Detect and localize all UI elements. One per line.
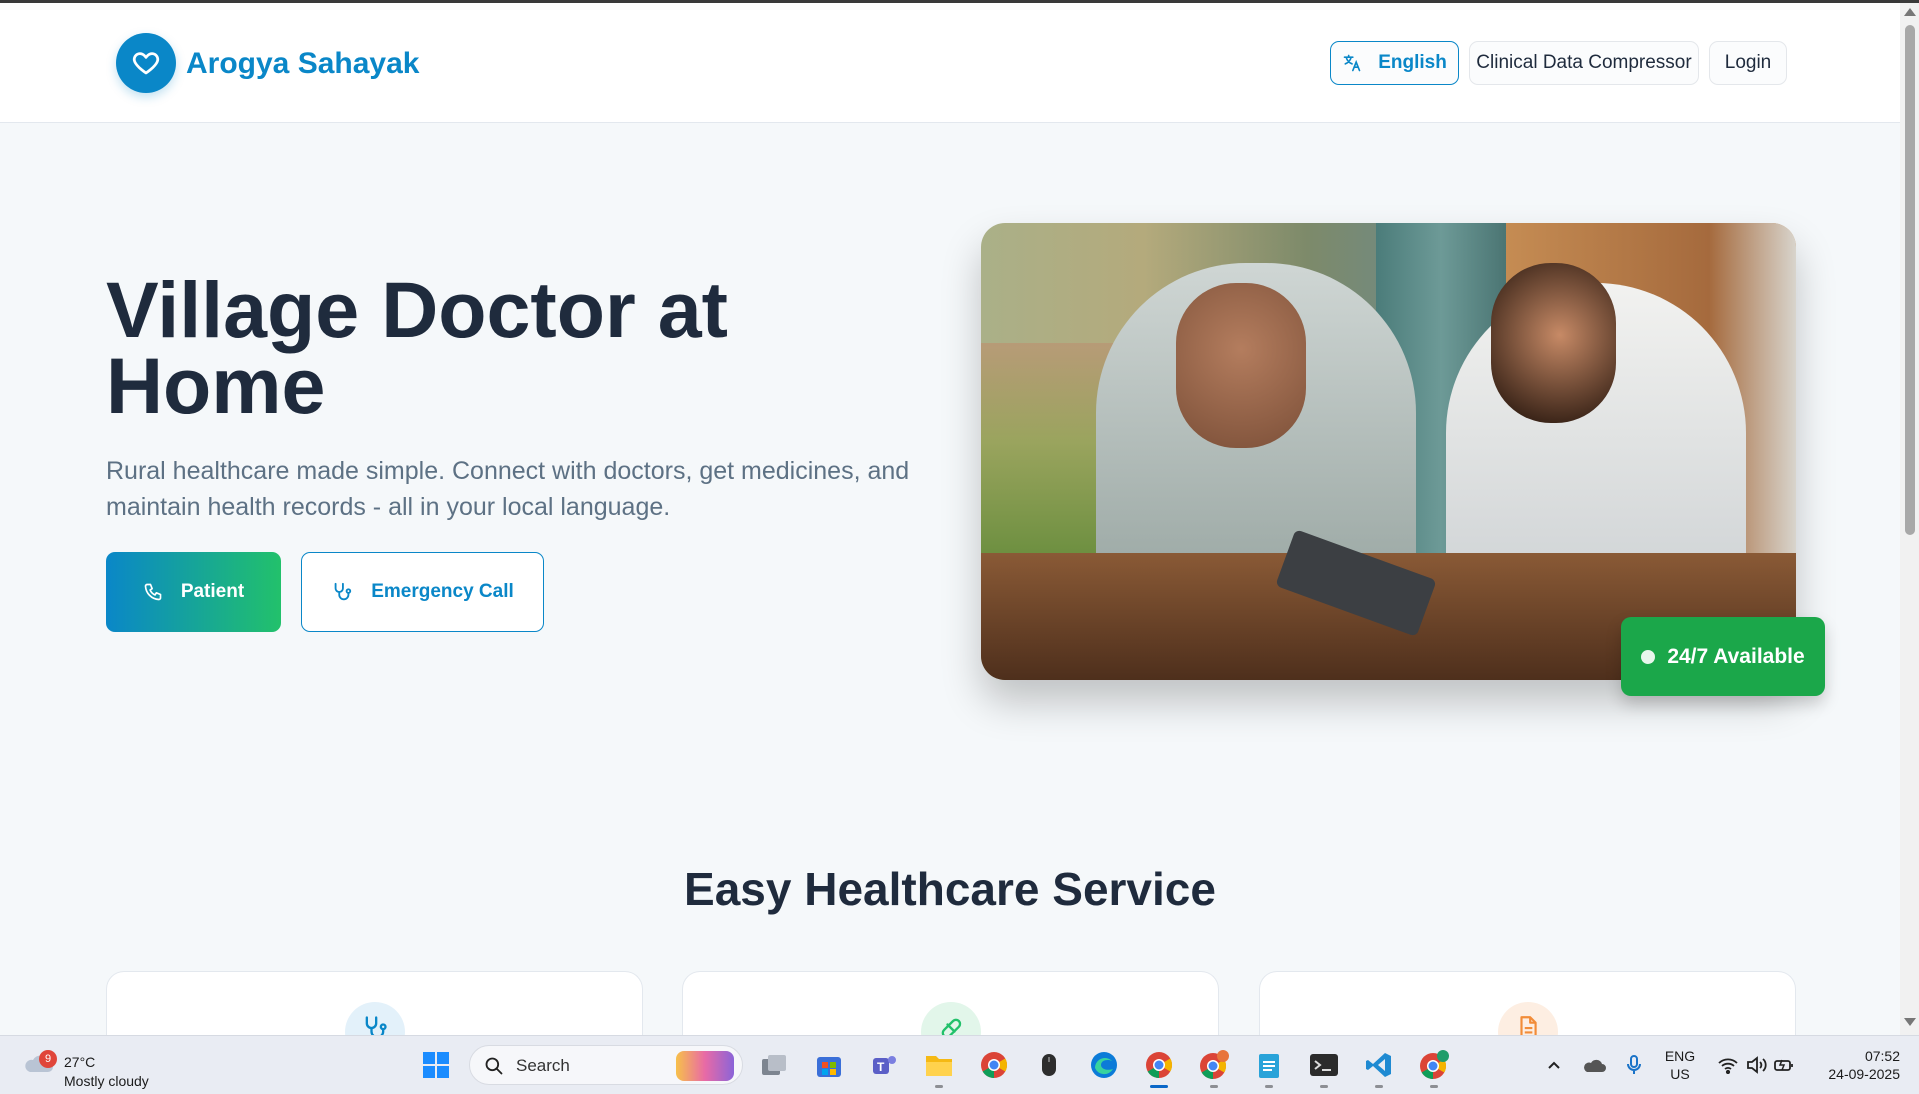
edge-icon[interactable]	[1088, 1049, 1120, 1081]
clock-date: 24-09-2025	[1828, 1066, 1900, 1082]
logo[interactable]	[116, 33, 176, 93]
running-indicator	[1265, 1085, 1273, 1088]
heart-icon	[132, 52, 160, 75]
chrome-profile-icon[interactable]	[1198, 1049, 1230, 1081]
mouse-app-icon[interactable]	[1033, 1049, 1065, 1081]
teams-icon[interactable]: T	[868, 1049, 900, 1081]
emergency-call-button[interactable]: Emergency Call	[301, 552, 544, 632]
site-header: Arogya Sahayak English Clinical Data Com…	[0, 3, 1900, 123]
clock-time: 07:52	[1864, 1048, 1900, 1064]
chevron-up-icon[interactable]	[1538, 1049, 1570, 1081]
onedrive-icon[interactable]	[1578, 1049, 1610, 1081]
microphone-icon[interactable]	[1618, 1049, 1650, 1081]
battery-icon[interactable]	[1768, 1049, 1800, 1081]
active-app-indicator	[1150, 1085, 1168, 1088]
scroll-up-arrow[interactable]	[1904, 8, 1916, 16]
language-button[interactable]: English	[1330, 41, 1459, 85]
phone-icon	[144, 583, 162, 601]
stethoscope-icon	[334, 582, 352, 601]
weather-temperature: 27°C	[64, 1054, 96, 1070]
hero-subtitle: Rural healthcare made simple. Connect wi…	[106, 457, 910, 521]
hero-image-doctor-patient	[981, 223, 1796, 680]
hero-title: Village Doctor at Home	[106, 265, 728, 430]
weather-alert-badge: 9	[39, 1050, 57, 1068]
search-highlight-art	[676, 1051, 734, 1081]
chrome-active-icon[interactable]	[1143, 1049, 1175, 1081]
weather-widget[interactable]: 9 27°C Mostly cloudy	[22, 1044, 172, 1089]
emergency-call-label: Emergency Call	[371, 581, 514, 602]
language-label: English	[1378, 52, 1447, 73]
vscode-icon[interactable]	[1363, 1049, 1395, 1081]
services-title: Easy Healthcare Service	[684, 863, 1216, 915]
clinical-data-compressor-button[interactable]: Clinical Data Compressor	[1469, 41, 1699, 85]
microsoft-store-icon[interactable]	[813, 1049, 845, 1081]
language-line1: ENG	[1664, 1048, 1696, 1064]
translate-icon	[1343, 54, 1361, 72]
availability-badge: 24/7 Available	[1621, 617, 1825, 696]
patient-button[interactable]: Patient	[106, 552, 281, 632]
search-placeholder: Search	[516, 1056, 570, 1075]
running-indicator	[1375, 1085, 1383, 1088]
chrome-profile-2-icon[interactable]	[1418, 1049, 1450, 1081]
status-dot-icon	[1641, 649, 1656, 664]
task-view-icon[interactable]	[758, 1049, 790, 1081]
file-explorer-icon[interactable]	[923, 1049, 955, 1081]
taskbar-search[interactable]: Search	[469, 1045, 743, 1085]
language-indicator[interactable]: ENG US	[1660, 1047, 1700, 1083]
terminal-icon[interactable]	[1308, 1049, 1340, 1081]
availability-label: 24/7 Available	[1667, 644, 1805, 668]
weather-description: Mostly cloudy	[64, 1073, 149, 1089]
patient-button-label: Patient	[180, 581, 245, 602]
svg-text:T: T	[877, 1060, 885, 1074]
search-icon	[485, 1057, 503, 1075]
running-indicator	[1430, 1085, 1438, 1088]
running-indicator	[935, 1085, 943, 1088]
login-button[interactable]: Login	[1709, 41, 1787, 85]
chrome-icon[interactable]	[978, 1049, 1010, 1081]
clock[interactable]: 07:52 24-09-2025	[1812, 1047, 1900, 1083]
running-indicator	[1320, 1085, 1328, 1088]
language-line2: US	[1670, 1066, 1690, 1082]
running-indicator	[1210, 1085, 1218, 1088]
scroll-thumb[interactable]	[1905, 25, 1915, 535]
notepad-icon[interactable]	[1253, 1049, 1285, 1081]
page-scrollbar[interactable]	[1900, 3, 1919, 1035]
windows-taskbar: 9 27°C Mostly cloudy Search T ENG US 07:…	[0, 1035, 1919, 1094]
start-icon[interactable]	[420, 1049, 452, 1081]
scroll-down-arrow[interactable]	[1904, 1018, 1916, 1026]
brand-name[interactable]: Arogya Sahayak	[186, 47, 419, 81]
